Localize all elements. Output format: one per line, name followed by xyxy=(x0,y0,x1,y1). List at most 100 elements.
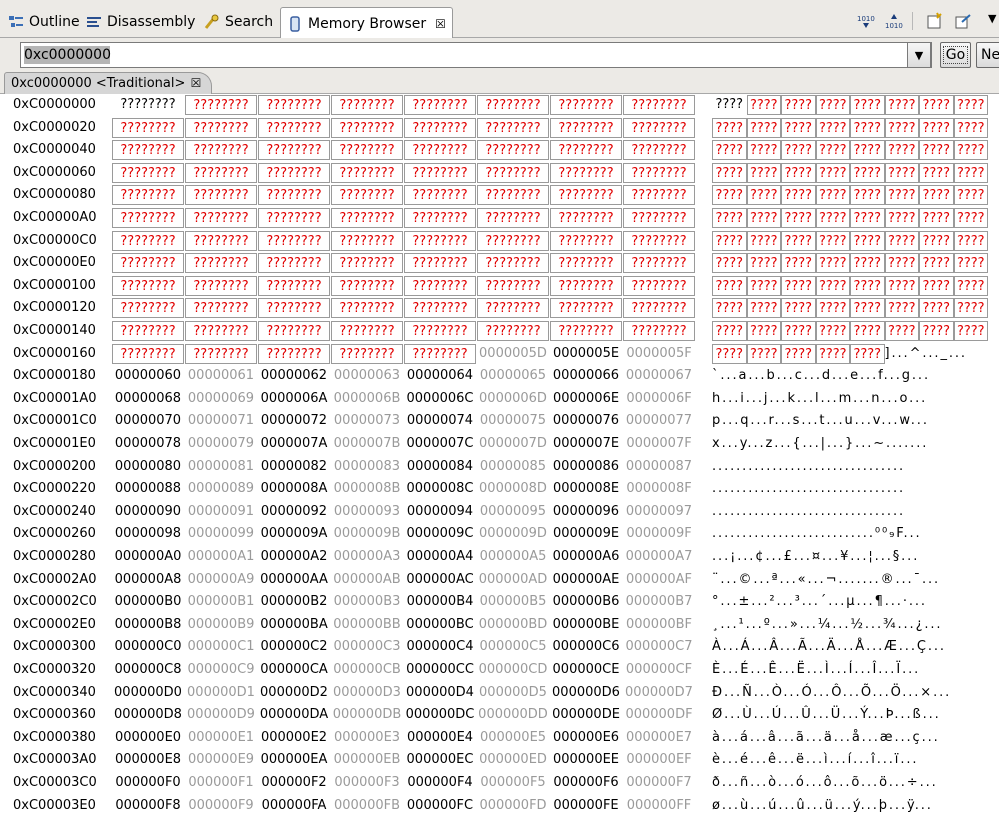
memory-cell-unknown[interactable]: ???????? xyxy=(623,275,695,296)
memory-cell-unknown[interactable]: ???????? xyxy=(404,298,476,319)
memory-cell[interactable]: 00000075 xyxy=(477,411,549,431)
memory-cell[interactable]: 000000C7 xyxy=(623,637,695,657)
ascii-cell-unknown[interactable]: ???? xyxy=(919,321,954,341)
memory-cell[interactable]: 000000E3 xyxy=(331,728,403,748)
memory-cell[interactable]: 000000DB xyxy=(331,705,403,725)
memory-cell[interactable]: 000000F7 xyxy=(623,773,695,793)
memory-cell-unknown[interactable]: ???????? xyxy=(550,253,622,274)
ascii-cell-unknown[interactable]: ???? xyxy=(953,298,988,319)
memory-cell[interactable]: 000000BE xyxy=(550,615,622,635)
memory-cell[interactable]: 0000008A xyxy=(258,479,330,499)
memory-cell-unknown[interactable]: ???????? xyxy=(404,343,476,364)
memory-cell[interactable]: 000000C4 xyxy=(404,637,476,657)
memory-cell[interactable]: 000000F2 xyxy=(258,773,330,793)
memory-cell[interactable]: 00000092 xyxy=(258,502,330,522)
memory-cell[interactable]: 000000E5 xyxy=(477,728,549,748)
memory-cell-unknown[interactable]: ???????? xyxy=(404,321,476,341)
memory-cell[interactable]: 000000A0 xyxy=(112,547,184,567)
memory-cell[interactable]: 000000CE xyxy=(550,660,622,680)
ascii-cell-unknown[interactable]: ???? xyxy=(815,275,850,296)
ascii-cell-unknown[interactable]: ???? xyxy=(781,253,816,274)
ascii-text[interactable]: h...i...j...k...l...m...n...o... xyxy=(712,389,988,409)
address-input[interactable] xyxy=(22,44,906,66)
memory-cell[interactable]: 00000084 xyxy=(404,457,476,477)
memory-cell-unknown[interactable]: ???????? xyxy=(477,185,549,206)
memory-cell[interactable]: 00000096 xyxy=(550,502,622,522)
ascii-text[interactable]: ð...ñ...ò...ó...ô...õ...ö...÷... xyxy=(712,773,988,793)
memory-cell[interactable]: 0000008D xyxy=(477,479,549,499)
memory-cell[interactable]: 00000087 xyxy=(623,457,695,477)
memory-cell[interactable]: 0000008B xyxy=(331,479,403,499)
memory-cell-unknown[interactable]: ???????? xyxy=(331,117,403,138)
memory-cell[interactable]: 000000D2 xyxy=(258,683,330,703)
memory-cell[interactable]: 0000007C xyxy=(404,434,476,454)
memory-cell[interactable]: 000000A2 xyxy=(258,547,330,567)
memory-cell[interactable]: 000000E8 xyxy=(112,750,184,770)
memory-cell[interactable]: 000000B7 xyxy=(623,592,695,612)
memory-cell[interactable]: 000000A6 xyxy=(550,547,622,567)
memory-cell[interactable]: 00000083 xyxy=(331,457,403,477)
memory-cell-unknown[interactable]: ???????? xyxy=(112,117,184,138)
memory-cell-unknown[interactable]: ???????? xyxy=(550,321,622,341)
memory-cell[interactable]: 00000090 xyxy=(112,502,184,522)
memory-cell-unknown[interactable]: ???????? xyxy=(404,117,476,138)
memory-cell[interactable]: 0000005D xyxy=(477,344,549,364)
address-history-dropdown[interactable]: ▼ xyxy=(907,42,931,68)
memory-cell[interactable]: 000000AC xyxy=(404,570,476,590)
ascii-text[interactable]: p...q...r...s...t...u...v...w... xyxy=(712,411,988,431)
memory-cell-unknown[interactable]: ???????? xyxy=(112,95,184,115)
ascii-cell-unknown[interactable]: ???? xyxy=(953,321,988,341)
memory-cell[interactable]: 000000BD xyxy=(477,615,549,635)
memory-cell[interactable]: 00000099 xyxy=(185,524,257,544)
memory-cell[interactable]: 00000085 xyxy=(477,457,549,477)
memory-cell[interactable]: 00000061 xyxy=(185,366,257,386)
ascii-cell-unknown[interactable]: ???? xyxy=(746,208,781,228)
memory-cell[interactable]: 0000006B xyxy=(331,389,403,409)
ascii-cell-unknown[interactable]: ???? xyxy=(850,298,885,319)
memory-cell[interactable]: 000000C5 xyxy=(477,637,549,657)
memory-cell[interactable]: 00000074 xyxy=(404,411,476,431)
memory-cell[interactable]: 00000060 xyxy=(112,366,184,386)
ascii-text[interactable]: ]...^..._... xyxy=(885,344,989,364)
memory-cell-unknown[interactable]: ???????? xyxy=(258,321,330,341)
memory-cell[interactable]: 00000094 xyxy=(404,502,476,522)
ascii-cell-unknown[interactable]: ???? xyxy=(953,95,988,115)
memory-cell[interactable]: 000000F4 xyxy=(404,773,476,793)
memory-cell[interactable]: 000000AB xyxy=(331,570,403,590)
memory-cell-unknown[interactable]: ???????? xyxy=(258,185,330,206)
memory-cell[interactable]: 000000AF xyxy=(623,570,695,590)
memory-cell[interactable]: 000000EF xyxy=(623,750,695,770)
ascii-cell-unknown[interactable]: ???? xyxy=(815,321,850,341)
memory-cell[interactable]: 000000F3 xyxy=(331,773,403,793)
ascii-cell-unknown[interactable]: ???? xyxy=(712,185,747,206)
memory-cell-unknown[interactable]: ???????? xyxy=(623,117,695,138)
memory-cell-unknown[interactable]: ???????? xyxy=(477,275,549,296)
tab-outline[interactable]: Outline xyxy=(8,8,80,36)
memory-cell[interactable]: 000000F0 xyxy=(112,773,184,793)
ascii-cell-unknown[interactable]: ???? xyxy=(953,117,988,138)
memory-cell[interactable]: 000000EA xyxy=(258,750,330,770)
memory-cell-unknown[interactable]: ???????? xyxy=(112,140,184,161)
ascii-cell-unknown[interactable]: ???? xyxy=(919,162,954,183)
memory-cell-unknown[interactable]: ???????? xyxy=(477,140,549,161)
memory-cell[interactable]: 000000B9 xyxy=(185,615,257,635)
memory-cell[interactable]: 00000076 xyxy=(550,411,622,431)
memory-cell[interactable]: 000000F5 xyxy=(477,773,549,793)
ascii-cell-unknown[interactable]: ???? xyxy=(919,140,954,161)
memory-cell[interactable]: 00000070 xyxy=(112,411,184,431)
ascii-cell-unknown[interactable]: ???? xyxy=(884,185,919,206)
memory-cell-unknown[interactable]: ???????? xyxy=(331,321,403,341)
memory-cell-unknown[interactable]: ???????? xyxy=(550,275,622,296)
memory-cell-unknown[interactable]: ???????? xyxy=(258,117,330,138)
memory-cell[interactable]: 000000A9 xyxy=(185,570,257,590)
memory-cell[interactable]: 000000CB xyxy=(331,660,403,680)
ascii-cell-unknown[interactable]: ???? xyxy=(884,275,919,296)
ascii-cell-unknown[interactable]: ???? xyxy=(953,230,988,251)
memory-cell-unknown[interactable]: ???????? xyxy=(550,117,622,138)
memory-cell-unknown[interactable]: ???????? xyxy=(331,275,403,296)
memory-cell[interactable]: 00000068 xyxy=(112,389,184,409)
ascii-cell-unknown[interactable]: ???? xyxy=(815,162,850,183)
ascii-cell-unknown[interactable]: ???? xyxy=(746,321,781,341)
memory-cell[interactable]: 00000091 xyxy=(185,502,257,522)
memory-cell[interactable]: 000000D6 xyxy=(550,683,622,703)
